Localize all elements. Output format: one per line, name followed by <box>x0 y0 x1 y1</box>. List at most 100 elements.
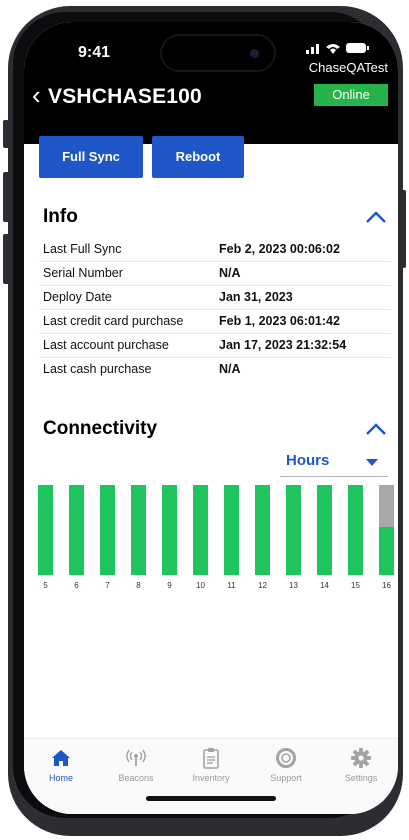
chart-bar <box>69 485 84 575</box>
tab-support[interactable]: Support <box>249 747 323 791</box>
battery-tip <box>367 46 369 50</box>
camera-icon <box>250 49 259 58</box>
info-row-last-cash-purchase: Last cash purchase N/A <box>39 357 391 381</box>
chart-bar-online <box>69 485 84 575</box>
chart-tick-label: 8 <box>136 581 141 590</box>
chart-bar <box>193 485 208 575</box>
device-title: VSHCHASE100 <box>48 85 202 108</box>
info-label: Last credit card purchase <box>43 314 184 328</box>
chart-tick-label: 5 <box>43 581 48 590</box>
chart-bar <box>38 485 53 575</box>
info-label: Last cash purchase <box>43 362 152 376</box>
info-value: Feb 2, 2023 00:06:02 <box>219 242 340 256</box>
beacon-icon <box>126 749 146 766</box>
chart-tick-label: 7 <box>105 581 110 590</box>
info-section-title: Info <box>43 206 78 227</box>
info-value: Feb 1, 2023 06:01:42 <box>219 314 340 328</box>
chart-tick-label: 15 <box>351 581 360 590</box>
status-time: 9:41 <box>78 44 111 61</box>
tab-bar: Home Beacons Inventory Support Settings <box>24 738 398 814</box>
chart-bar <box>131 485 146 575</box>
chart-bar-online <box>317 485 332 575</box>
chart-bar-online <box>286 485 301 575</box>
info-value: Jan 17, 2023 21:32:54 <box>219 338 347 352</box>
connectivity-chart: 5 6 7 8 9 10 11 12 13 14 15 16 <box>36 485 398 605</box>
time-range-value: Hours <box>286 452 330 469</box>
chart-bar <box>317 485 332 575</box>
chart-bar-online <box>100 485 115 575</box>
info-value: N/A <box>219 362 241 376</box>
info-label: Last Full Sync <box>43 242 122 256</box>
volume-up-button <box>3 172 9 222</box>
tab-inventory[interactable]: Inventory <box>174 747 248 791</box>
connectivity-section-title: Connectivity <box>43 418 158 439</box>
silent-switch <box>3 120 9 148</box>
app-screen: 9:41 ChaseQATest ‹ VSHCHASE100 Online Fu… <box>24 22 398 814</box>
chart-tick-label: 10 <box>196 581 205 590</box>
reboot-button[interactable]: Reboot <box>152 136 244 178</box>
tab-beacons[interactable]: Beacons <box>99 747 173 791</box>
tab-label: Home <box>48 773 73 783</box>
chart-tick-label: 16 <box>382 581 391 590</box>
chart-bar-online <box>255 485 270 575</box>
chart-bar <box>379 485 394 575</box>
signal-bar-1 <box>306 50 309 54</box>
collapse-connectivity-chevron-up-icon[interactable] <box>365 422 387 436</box>
caret-down-icon <box>366 459 378 466</box>
tab-home[interactable]: Home <box>24 747 98 791</box>
info-label: Deploy Date <box>43 290 112 304</box>
chart-bar-online <box>131 485 146 575</box>
time-range-select[interactable]: Hours <box>280 450 388 477</box>
info-row-last-credit-card-purchase: Last credit card purchase Feb 1, 2023 06… <box>39 309 391 333</box>
lifebuoy-icon <box>276 748 296 768</box>
chart-bar <box>255 485 270 575</box>
info-row-serial-number: Serial Number N/A <box>39 261 391 285</box>
chart-bar-online <box>162 485 177 575</box>
chart-bar-online <box>224 485 239 575</box>
home-icon <box>52 750 70 766</box>
chart-bar-online <box>348 485 363 575</box>
info-table: Last Full Sync Feb 2, 2023 00:06:02 Seri… <box>39 238 391 381</box>
info-row-last-account-purchase: Last account purchase Jan 17, 2023 21:32… <box>39 333 391 357</box>
chart-bar-online <box>193 485 208 575</box>
chevron-left-icon[interactable]: ‹ <box>32 80 41 110</box>
tab-label: Support <box>270 773 302 783</box>
chart-tick-label: 13 <box>289 581 298 590</box>
signal-bar-3 <box>316 44 319 54</box>
tab-label: Settings <box>344 773 378 783</box>
status-icons <box>306 43 369 54</box>
chart-bar <box>348 485 363 575</box>
collapse-info-chevron-up-icon[interactable] <box>365 210 387 224</box>
battery-icon <box>346 43 366 53</box>
chart-bar-online <box>38 485 53 575</box>
chart-bar <box>286 485 301 575</box>
clipboard-icon <box>203 748 219 769</box>
info-value: N/A <box>219 266 241 280</box>
info-label: Serial Number <box>43 266 123 280</box>
chart-bar <box>224 485 239 575</box>
info-row-last-full-sync: Last Full Sync Feb 2, 2023 00:06:02 <box>39 238 391 261</box>
header-bar: 9:41 ChaseQATest ‹ VSHCHASE100 Online <box>24 22 398 144</box>
info-value: Jan 31, 2023 <box>219 290 293 304</box>
tab-label: Beacons <box>118 773 154 783</box>
volume-down-button <box>3 234 9 284</box>
tab-label: Inventory <box>192 773 230 783</box>
gear-icon <box>351 748 371 768</box>
info-label: Last account purchase <box>43 338 169 352</box>
power-button <box>400 190 406 268</box>
chart-tick-label: 12 <box>258 581 267 590</box>
full-sync-button[interactable]: Full Sync <box>39 136 143 178</box>
chart-bar <box>162 485 177 575</box>
chart-bar <box>100 485 115 575</box>
chart-tick-label: 6 <box>74 581 79 590</box>
chart-tick-label: 11 <box>227 581 236 590</box>
home-indicator <box>146 796 276 801</box>
wifi-icon <box>326 44 340 54</box>
status-badge: Online <box>314 84 388 106</box>
carrier-label: ChaseQATest <box>308 60 388 75</box>
chart-tick-label: 14 <box>320 581 329 590</box>
signal-bar-2 <box>311 47 314 54</box>
chart-tick-label: 9 <box>167 581 172 590</box>
chart-bar-online <box>379 527 394 575</box>
tab-settings[interactable]: Settings <box>324 747 398 791</box>
